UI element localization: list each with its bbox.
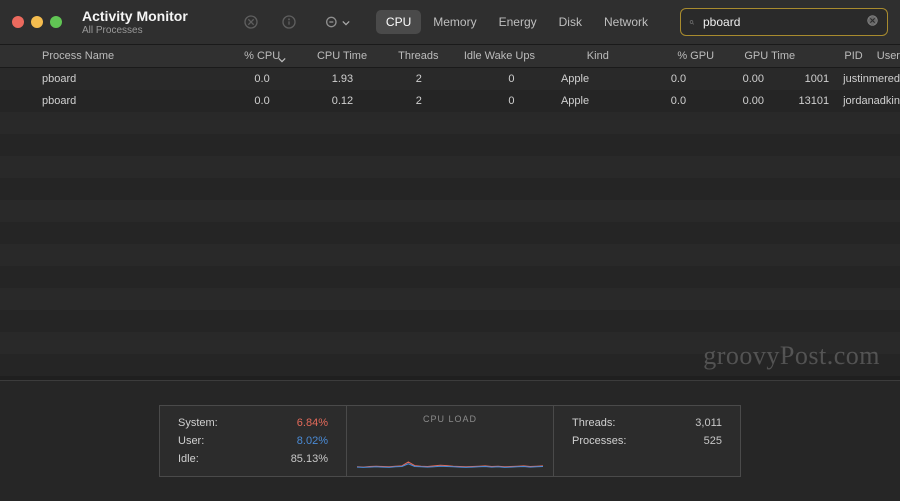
col-process-name[interactable]: Process Name (0, 50, 203, 62)
cell-kind: Apple (525, 95, 626, 107)
cell-gputime: 0.00 (696, 73, 774, 85)
table-header: Process Name % CPU CPU Time Threads Idle… (0, 45, 900, 68)
cell-user: jordanadkin (839, 95, 900, 107)
col-pid[interactable]: PID (805, 50, 873, 62)
table-row (0, 288, 900, 310)
search-input[interactable] (701, 14, 860, 30)
window-controls (12, 16, 62, 28)
cpu-load-title: CPU LOAD (365, 414, 535, 424)
cell-time: 0.12 (280, 95, 363, 107)
tab-memory[interactable]: Memory (423, 10, 486, 34)
tab-cpu[interactable]: CPU (376, 10, 421, 34)
process-table-body: pboard0.01.9320Apple0.00.001001justinmer… (0, 68, 900, 376)
cell-time: 1.93 (280, 73, 363, 85)
cell-user: justinmered (839, 73, 900, 85)
idle-label: Idle: (178, 453, 199, 465)
table-row (0, 222, 900, 244)
search-icon (689, 16, 695, 29)
user-label: User: (178, 435, 204, 447)
search-field[interactable] (680, 8, 888, 36)
cpu-load-chart: CPU LOAD (347, 405, 553, 477)
table-row (0, 244, 900, 266)
table-row[interactable]: pboard0.01.9320Apple0.00.001001justinmer… (0, 68, 900, 90)
options-menu-button[interactable] (314, 9, 354, 35)
fullscreen-icon[interactable] (50, 16, 62, 28)
cell-threads: 2 (363, 95, 432, 107)
cell-gputime: 0.00 (696, 95, 774, 107)
table-row (0, 112, 900, 134)
inspect-process-button[interactable] (276, 9, 302, 35)
stop-process-button[interactable] (238, 9, 264, 35)
xmark-circle-icon (866, 14, 879, 27)
col-idle-wake[interactable]: Idle Wake Ups (449, 50, 545, 62)
col-kind[interactable]: Kind (545, 50, 651, 62)
chevron-down-icon (342, 19, 350, 27)
processes-value: 525 (704, 435, 722, 447)
close-icon[interactable] (12, 16, 24, 28)
table-row (0, 134, 900, 156)
stop-circle-icon (243, 14, 259, 30)
table-row (0, 266, 900, 288)
cell-kind: Apple (525, 73, 626, 85)
cpu-summary-panel: System: 6.84% User: 8.02% Idle: 85.13% (159, 405, 347, 477)
cell-cpu: 0.0 (196, 73, 279, 85)
cell-wake: 0 (432, 73, 525, 85)
threads-label: Threads: (572, 417, 615, 429)
threads-value: 3,011 (695, 417, 722, 429)
cell-gpu: 0.0 (626, 73, 697, 85)
titlebar: Activity Monitor All Processes CPU Memor… (0, 0, 900, 45)
table-row (0, 310, 900, 332)
col-user[interactable]: User (873, 50, 900, 62)
tab-disk[interactable]: Disk (549, 10, 592, 34)
table-row[interactable]: pboard0.00.1220Apple0.00.0013101jordanad… (0, 90, 900, 112)
footer-panel: System: 6.84% User: 8.02% Idle: 85.13% CPU … (0, 380, 900, 501)
col-threads[interactable]: Threads (377, 50, 448, 62)
table-row (0, 156, 900, 178)
cell-gpu: 0.0 (626, 95, 697, 107)
system-label: System: (178, 417, 218, 429)
minus-circle-icon (326, 14, 342, 30)
app-title-main: Activity Monitor (82, 8, 188, 24)
cell-cpu: 0.0 (196, 95, 279, 107)
minimize-icon[interactable] (31, 16, 43, 28)
category-tabs: CPU Memory Energy Disk Network (376, 10, 658, 34)
cell-name: pboard (0, 73, 196, 85)
clear-search-button[interactable] (866, 14, 879, 30)
system-value: 6.84% (297, 417, 328, 429)
col-gpu-percent[interactable]: % GPU (651, 50, 724, 62)
counts-panel: Threads: 3,011 Processes: 525 (553, 405, 741, 477)
table-row (0, 200, 900, 222)
processes-label: Processes: (572, 435, 626, 447)
table-row (0, 178, 900, 200)
cell-pid: 13101 (774, 95, 839, 107)
idle-value: 85.13% (291, 453, 328, 465)
watermark: groovyPost.com (703, 341, 880, 371)
app-title-sub: All Processes (82, 25, 188, 36)
cpu-sparkline (357, 438, 543, 468)
col-cpu-percent[interactable]: % CPU (203, 50, 290, 62)
cell-wake: 0 (432, 95, 525, 107)
cell-threads: 2 (363, 73, 432, 85)
col-gpu-time[interactable]: GPU Time (724, 50, 805, 62)
cell-name: pboard (0, 95, 196, 107)
tab-network[interactable]: Network (594, 10, 658, 34)
info-circle-icon (281, 14, 297, 30)
chevron-down-icon (278, 55, 286, 67)
col-cpu-time[interactable]: CPU Time (290, 50, 377, 62)
cell-pid: 1001 (774, 73, 839, 85)
tab-energy[interactable]: Energy (489, 10, 547, 34)
app-title: Activity Monitor All Processes (82, 8, 188, 36)
user-value: 8.02% (297, 435, 328, 447)
